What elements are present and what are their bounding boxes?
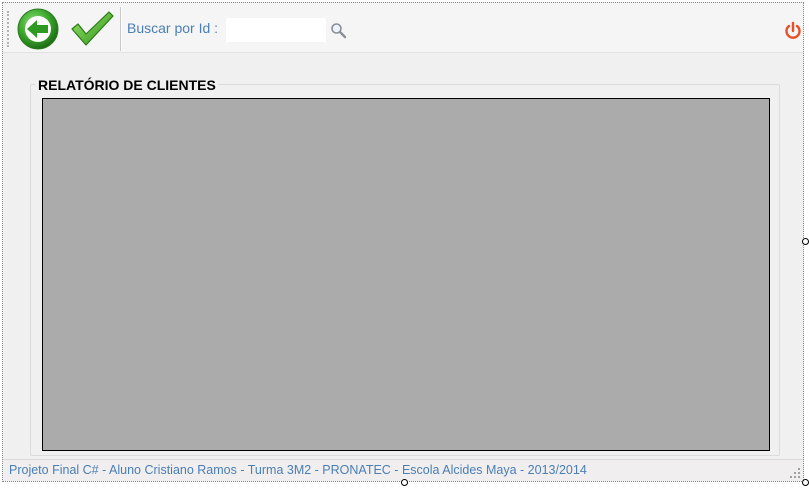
report-title: RELATÓRIO DE CLIENTES <box>36 77 218 93</box>
resize-handle-corner[interactable] <box>802 479 809 486</box>
report-viewer[interactable] <box>42 98 770 451</box>
back-button[interactable] <box>17 8 59 50</box>
toolbar-grip[interactable] <box>7 11 11 47</box>
back-arrow-icon <box>17 8 59 50</box>
toolbar: Buscar por Id : <box>3 3 803 53</box>
status-strip: Projeto Final C# - Aluno Cristiano Ramos… <box>3 459 803 481</box>
search-input[interactable] <box>226 18 326 42</box>
magnifier-icon <box>331 23 347 39</box>
resize-handle-right[interactable] <box>802 238 809 245</box>
search-button[interactable] <box>330 22 348 40</box>
toolbar-separator <box>120 7 122 51</box>
exit-button[interactable] <box>784 21 802 41</box>
checkmark-icon <box>71 11 114 46</box>
confirm-button[interactable] <box>69 9 115 49</box>
status-text: Projeto Final C# - Aluno Cristiano Ramos… <box>9 463 587 477</box>
resize-handle-bottom[interactable] <box>401 479 408 486</box>
search-label: Buscar por Id : <box>127 20 219 36</box>
resize-grip-icon[interactable] <box>789 467 801 479</box>
power-icon <box>785 21 801 39</box>
